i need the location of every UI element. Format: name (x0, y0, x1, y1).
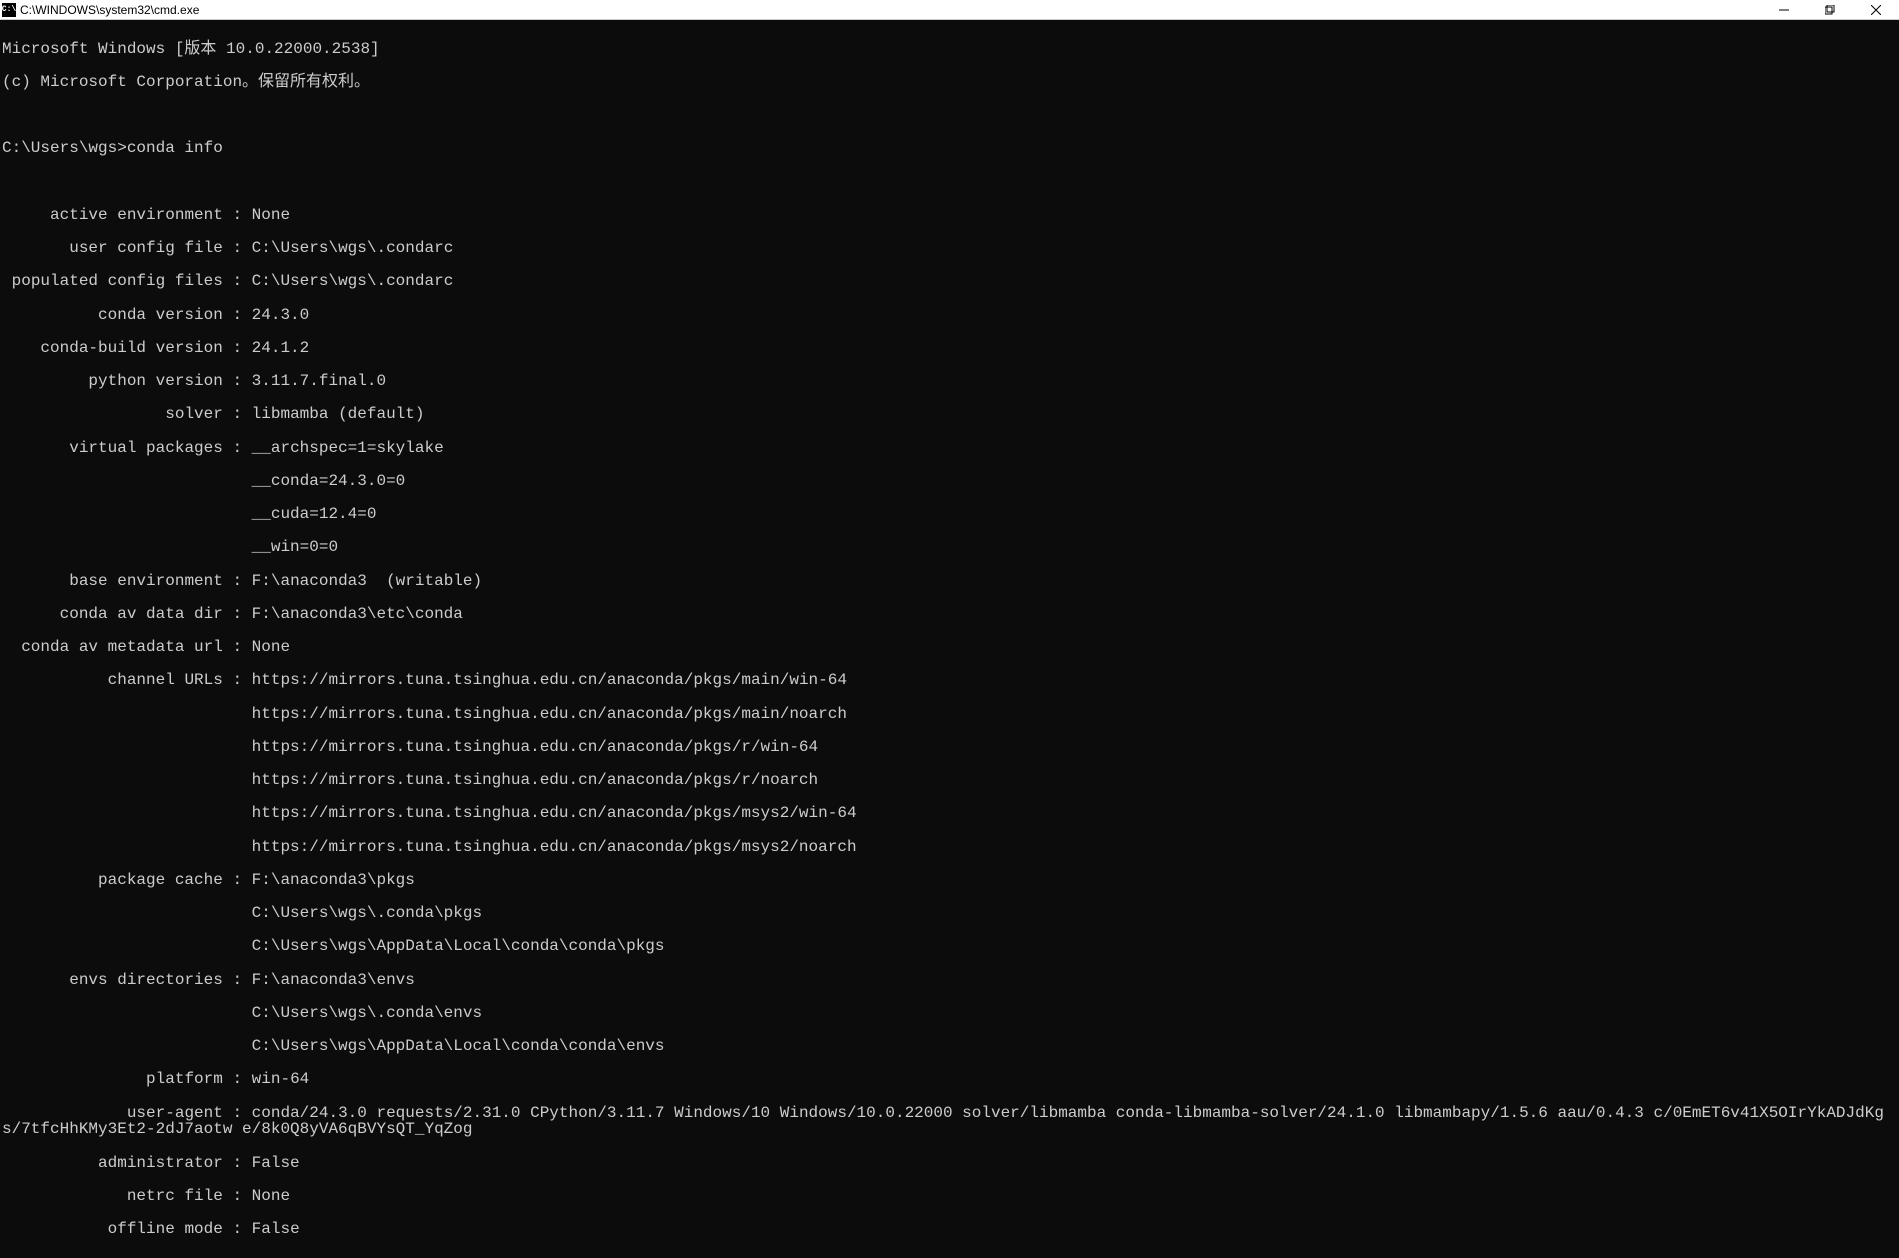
maximize-button[interactable] (1807, 0, 1853, 20)
info-channel-urls: channel URLs : https://mirrors.tuna.tsin… (2, 672, 1897, 689)
info-virtual-packages-3: __win=0=0 (2, 539, 1897, 556)
info-virtual-packages-1: __conda=24.3.0=0 (2, 473, 1897, 490)
info-user-config: user config file : C:\Users\wgs\.condarc (2, 240, 1897, 257)
info-channel-urls-3: https://mirrors.tuna.tsinghua.edu.cn/ana… (2, 772, 1897, 789)
info-populated-config: populated config files : C:\Users\wgs\.c… (2, 273, 1897, 290)
cmd-icon: C:\ (2, 3, 16, 17)
info-av-data-dir: conda av data dir : F:\anaconda3\etc\con… (2, 606, 1897, 623)
info-user-agent: user-agent : conda/24.3.0 requests/2.31.… (2, 1105, 1897, 1138)
info-channel-urls-4: https://mirrors.tuna.tsinghua.edu.cn/ana… (2, 805, 1897, 822)
info-conda-build-version: conda-build version : 24.1.2 (2, 340, 1897, 357)
info-package-cache: package cache : F:\anaconda3\pkgs (2, 872, 1897, 889)
info-offline-mode: offline mode : False (2, 1221, 1897, 1238)
header-line-2: (c) Microsoft Corporation。保留所有权利。 (2, 74, 1897, 91)
blank-line (2, 174, 1897, 191)
window-controls (1761, 0, 1899, 20)
header-line-1: Microsoft Windows [版本 10.0.22000.2538] (2, 41, 1897, 58)
info-channel-urls-1: https://mirrors.tuna.tsinghua.edu.cn/ana… (2, 706, 1897, 723)
title-left: C:\ C:\WINDOWS\system32\cmd.exe (0, 3, 199, 17)
command-prompt: C:\Users\wgs>conda info (2, 140, 1897, 157)
info-base-env: base environment : F:\anaconda3 (writabl… (2, 573, 1897, 590)
info-channel-urls-2: https://mirrors.tuna.tsinghua.edu.cn/ana… (2, 739, 1897, 756)
minimize-button[interactable] (1761, 0, 1807, 20)
info-envs-directories-2: C:\Users\wgs\AppData\Local\conda\conda\e… (2, 1038, 1897, 1055)
terminal-output[interactable]: Microsoft Windows [版本 10.0.22000.2538] (… (0, 20, 1899, 1258)
info-package-cache-2: C:\Users\wgs\AppData\Local\conda\conda\p… (2, 938, 1897, 955)
info-python-version: python version : 3.11.7.final.0 (2, 373, 1897, 390)
info-solver: solver : libmamba (default) (2, 406, 1897, 423)
info-virtual-packages: virtual packages : __archspec=1=skylake (2, 440, 1897, 457)
info-envs-directories: envs directories : F:\anaconda3\envs (2, 972, 1897, 989)
close-button[interactable] (1853, 0, 1899, 20)
info-virtual-packages-2: __cuda=12.4=0 (2, 506, 1897, 523)
info-av-metadata-url: conda av metadata url : None (2, 639, 1897, 656)
info-platform: platform : win-64 (2, 1071, 1897, 1088)
info-administrator: administrator : False (2, 1155, 1897, 1172)
window-title: C:\WINDOWS\system32\cmd.exe (20, 3, 199, 17)
info-package-cache-1: C:\Users\wgs\.conda\pkgs (2, 905, 1897, 922)
info-conda-version: conda version : 24.3.0 (2, 307, 1897, 324)
info-channel-urls-5: https://mirrors.tuna.tsinghua.edu.cn/ana… (2, 839, 1897, 856)
info-active-env: active environment : None (2, 207, 1897, 224)
blank-line (2, 107, 1897, 124)
title-bar: C:\ C:\WINDOWS\system32\cmd.exe (0, 0, 1899, 20)
info-netrc-file: netrc file : None (2, 1188, 1897, 1205)
info-envs-directories-1: C:\Users\wgs\.conda\envs (2, 1005, 1897, 1022)
